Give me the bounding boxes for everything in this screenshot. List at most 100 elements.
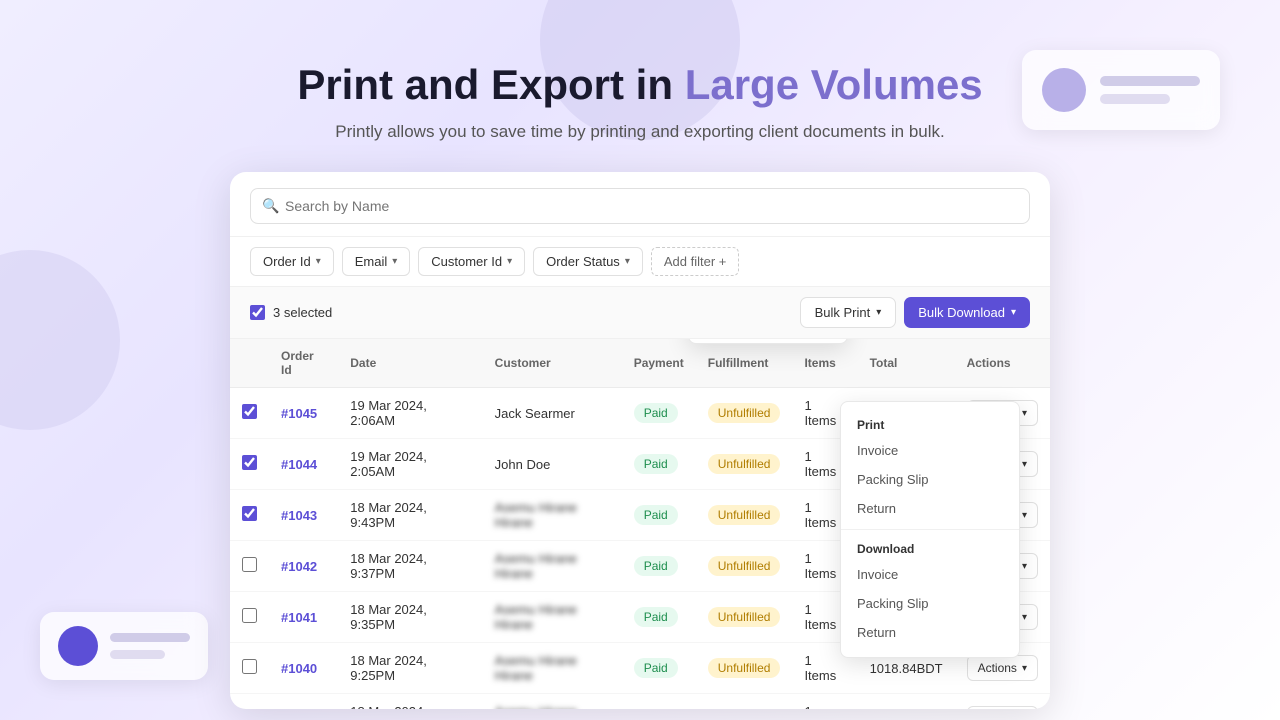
row-fulfillment: Unfulfilled — [696, 388, 793, 439]
th-fulfillment: Fulfillment — [696, 339, 793, 388]
actions-label: Actions — [978, 661, 1017, 675]
row-total: 1018.84BDT — [858, 694, 955, 710]
search-bar: 🔍 — [230, 172, 1050, 237]
fulfillment-badge: Unfulfilled — [708, 658, 781, 678]
row-checkbox-cell — [230, 541, 269, 592]
order-id-filter[interactable]: Order Id ▾ — [250, 247, 334, 276]
customer-id-filter[interactable]: Customer Id ▾ — [418, 247, 525, 276]
payment-badge: Paid — [634, 658, 678, 678]
chevron-down-icon: ▾ — [1022, 408, 1027, 419]
th-items: Items — [792, 339, 857, 388]
row-checkbox-cell — [230, 388, 269, 439]
th-checkbox — [230, 339, 269, 388]
th-payment: Payment — [622, 339, 696, 388]
payment-badge: Paid — [634, 556, 678, 576]
chevron-down-icon: ▾ — [1022, 510, 1027, 521]
row-customer: John Doe — [483, 439, 622, 490]
action-print-return[interactable]: Return — [841, 494, 1019, 523]
row-payment: Paid — [622, 643, 696, 694]
row-customer: Asemu Hirane Hirane — [483, 490, 622, 541]
action-download-invoice[interactable]: Invoice — [841, 560, 1019, 589]
page-title: Print and Export in Large Volumes — [20, 60, 1260, 110]
row-checkbox-cell — [230, 694, 269, 710]
row-fulfillment: Unfulfilled — [696, 643, 793, 694]
row-customer: Asemu Hirane Hirane — [483, 592, 622, 643]
fulfillment-badge: Unfulfilled — [708, 454, 781, 474]
download-section-title: Download — [841, 536, 1019, 560]
email-filter[interactable]: Email ▾ — [342, 247, 411, 276]
row-payment: Paid — [622, 541, 696, 592]
table-container: 🔍 Order Id ▾ Email ▾ Customer Id ▾ Order… — [230, 172, 1050, 709]
content-area: 🔍 Order Id ▾ Email ▾ Customer Id ▾ Order… — [0, 172, 1280, 709]
action-buttons: Bulk Print ▾ Bulk Download ▾ — [800, 297, 1030, 328]
select-all-checkbox[interactable] — [250, 305, 265, 320]
th-order-id: Order Id — [269, 339, 338, 388]
chevron-down-icon: ▾ — [1022, 561, 1027, 572]
search-input[interactable] — [250, 188, 1030, 224]
bulk-print-dropdown: Invoice Return Packaging Slip — [688, 339, 848, 344]
actions-button[interactable]: Actions ▾ — [967, 655, 1038, 681]
row-date: 18 Mar 2024, 9:43PM — [338, 490, 482, 541]
bulk-print-button[interactable]: Bulk Print ▾ — [800, 297, 897, 328]
order-status-filter[interactable]: Order Status ▾ — [533, 247, 643, 276]
row-payment: Paid — [622, 694, 696, 710]
row-order-id: #1044 — [269, 439, 338, 490]
actions-button[interactable]: Actions ▾ — [967, 706, 1038, 709]
order-link[interactable]: #1042 — [281, 559, 317, 574]
action-download-return[interactable]: Return — [841, 618, 1019, 647]
table-header-row: Order Id Date Customer Payment Fulfillme… — [230, 339, 1050, 388]
row-fulfillment: Unfulfilled — [696, 439, 793, 490]
order-link[interactable]: #1043 — [281, 508, 317, 523]
action-print-packing-slip[interactable]: Packing Slip — [841, 465, 1019, 494]
row-fulfillment: Unfulfilled — [696, 592, 793, 643]
table-row: #1039 18 Mar 2024, 9:24PM Asemu Hirane H… — [230, 694, 1050, 710]
row-order-id: #1039 — [269, 694, 338, 710]
row-checkbox[interactable] — [242, 455, 257, 470]
search-icon: 🔍 — [262, 198, 279, 215]
row-customer: Jack Searmer — [483, 388, 622, 439]
chevron-down-icon: ▾ — [1011, 307, 1016, 318]
row-items: 1 Items — [792, 694, 857, 710]
row-checkbox[interactable] — [242, 404, 257, 419]
add-filter-button[interactable]: Add filter + — [651, 247, 740, 276]
row-checkbox[interactable] — [242, 506, 257, 521]
row-checkbox[interactable] — [242, 659, 257, 674]
page-subtitle: Printly allows you to save time by print… — [20, 122, 1260, 142]
row-customer: Asemu Hirane Hirane — [483, 541, 622, 592]
order-link[interactable]: #1044 — [281, 457, 317, 472]
order-link[interactable]: #1045 — [281, 406, 317, 421]
row-checkbox[interactable] — [242, 608, 257, 623]
chevron-down-icon: ▾ — [1022, 612, 1027, 623]
row-order-id: #1043 — [269, 490, 338, 541]
chevron-down-icon: ▾ — [1022, 459, 1027, 470]
row-order-id: #1040 — [269, 643, 338, 694]
th-date: Date — [338, 339, 482, 388]
row-fulfillment: Unfulfilled — [696, 694, 793, 710]
row-date: 18 Mar 2024, 9:37PM — [338, 541, 482, 592]
order-link[interactable]: #1040 — [281, 661, 317, 676]
row-fulfillment: Unfulfilled — [696, 541, 793, 592]
th-actions: Actions — [955, 339, 1050, 388]
chevron-down-icon: ▾ — [507, 256, 512, 267]
dropdown-divider — [841, 529, 1019, 530]
action-download-packing-slip[interactable]: Packing Slip — [841, 589, 1019, 618]
th-customer: Customer — [483, 339, 622, 388]
order-link[interactable]: #1041 — [281, 610, 317, 625]
actions-bar: 3 selected Bulk Print ▾ Bulk Download ▾ — [230, 287, 1050, 339]
bulk-download-button[interactable]: Bulk Download ▾ — [904, 297, 1030, 328]
chevron-down-icon: ▾ — [876, 307, 881, 318]
th-total: Total — [858, 339, 955, 388]
row-actions: Actions ▾ — [955, 694, 1050, 710]
row-payment: Paid — [622, 592, 696, 643]
search-input-wrapper: 🔍 — [250, 188, 1030, 224]
row-order-id: #1045 — [269, 388, 338, 439]
row-date: 18 Mar 2024, 9:35PM — [338, 592, 482, 643]
row-checkbox[interactable] — [242, 557, 257, 572]
row-order-id: #1042 — [269, 541, 338, 592]
fulfillment-badge: Unfulfilled — [708, 505, 781, 525]
payment-badge: Paid — [634, 607, 678, 627]
filter-bar: Order Id ▾ Email ▾ Customer Id ▾ Order S… — [230, 237, 1050, 287]
action-print-invoice[interactable]: Invoice — [841, 436, 1019, 465]
chevron-down-icon: ▾ — [316, 256, 321, 267]
row-date: 19 Mar 2024, 2:05AM — [338, 439, 482, 490]
